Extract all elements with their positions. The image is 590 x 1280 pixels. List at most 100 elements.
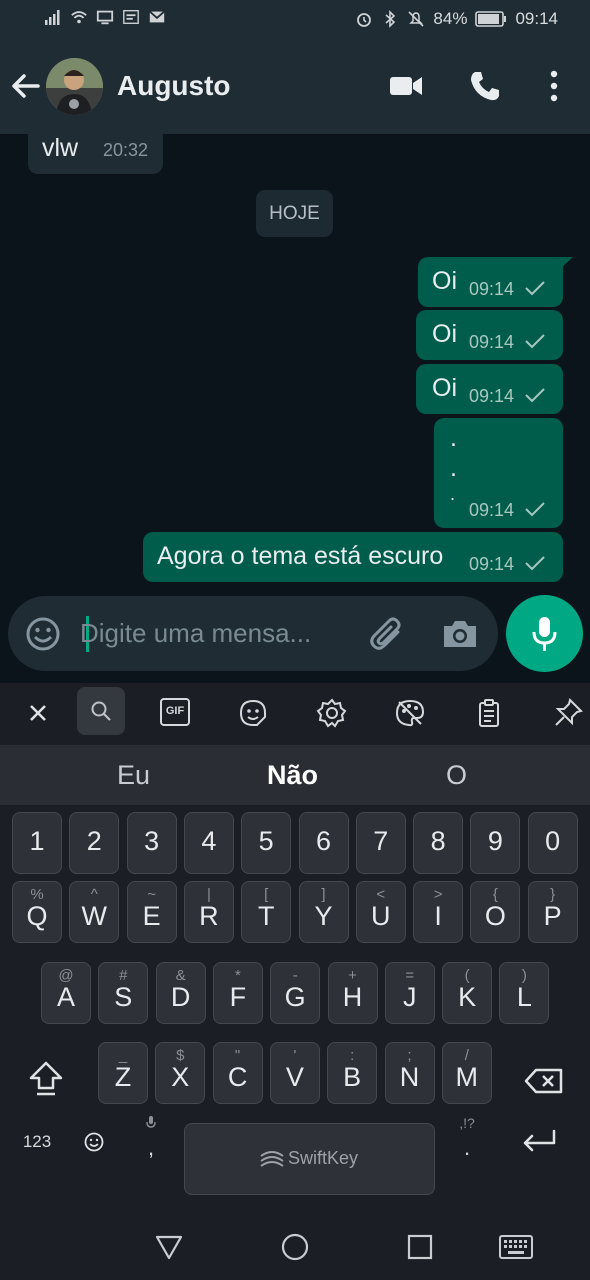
suggestion-item[interactable]: Não: [267, 760, 318, 791]
key-label: Q: [26, 901, 48, 931]
pin-icon[interactable]: [552, 697, 584, 729]
nav-back-icon[interactable]: [154, 1232, 184, 1262]
key-n[interactable]: ; N: [384, 1042, 435, 1104]
battery-icon: [475, 11, 507, 27]
key-label: 4: [201, 826, 217, 856]
message-text: Oi: [432, 320, 457, 348]
key-f[interactable]: * F: [212, 962, 263, 1024]
message-outgoing[interactable]: Oi 09:14: [418, 257, 563, 307]
key-label: 9: [487, 826, 503, 856]
key-y[interactable]: ] Y: [298, 881, 349, 943]
key-5[interactable]: 5: [241, 812, 292, 874]
key-label: D: [170, 982, 191, 1012]
clipboard-icon[interactable]: [473, 697, 505, 729]
message-outgoing[interactable]: Oi 09:14: [416, 364, 563, 414]
status-bar: 84% 09:14: [0, 0, 590, 40]
wifi-icon: [71, 11, 87, 24]
key-v[interactable]: ' V: [269, 1042, 320, 1104]
key-k[interactable]: (K: [442, 962, 493, 1024]
key-h[interactable]: + H: [327, 962, 378, 1024]
camera-icon[interactable]: [441, 618, 479, 650]
key-l[interactable]: ) L: [499, 962, 550, 1024]
keyboard-hide-icon[interactable]: [498, 1232, 534, 1262]
message-input-placeholder[interactable]: Digite uma mensa...: [80, 618, 311, 649]
shift-icon[interactable]: [26, 1058, 66, 1098]
key-r[interactable]: | R: [183, 881, 234, 943]
key-t[interactable]: [T: [241, 881, 292, 943]
back-arrow-icon[interactable]: [10, 70, 42, 102]
microphone-icon: [532, 617, 557, 651]
video-call-icon[interactable]: [388, 68, 424, 104]
keyboard-search-button[interactable]: [77, 687, 125, 735]
nav-home-icon[interactable]: [280, 1232, 310, 1262]
key-m[interactable]: / M: [441, 1042, 492, 1104]
emoji-key-icon[interactable]: [83, 1131, 105, 1153]
attach-clip-icon[interactable]: [368, 616, 406, 652]
key-9[interactable]: 9: [470, 812, 521, 874]
key-7[interactable]: 7: [355, 812, 406, 874]
space-bar[interactable]: SwiftKey: [184, 1123, 435, 1195]
more-options-icon[interactable]: [536, 68, 572, 104]
key-j[interactable]: = J: [384, 962, 435, 1024]
status-right-icons: 84% 09:14: [355, 9, 558, 29]
sent-check-icon: [525, 388, 545, 403]
key-p[interactable]: } P: [527, 881, 578, 943]
message-time: 09:14: [469, 332, 515, 352]
key-q[interactable]: % Q: [12, 881, 62, 943]
key-8[interactable]: 8: [413, 812, 464, 874]
key-a[interactable]: @ A: [41, 962, 91, 1024]
settings-gear-icon[interactable]: [316, 697, 348, 729]
numbers-key[interactable]: 123: [14, 1132, 60, 1152]
key-0[interactable]: 0: [527, 812, 578, 874]
avatar[interactable]: [46, 58, 103, 115]
key-4[interactable]: 4: [183, 812, 234, 874]
close-icon[interactable]: [22, 697, 54, 729]
suggestion-bar: Eu Não O: [0, 745, 590, 805]
emoji-icon[interactable]: [25, 616, 61, 652]
suggestion-item[interactable]: O: [446, 760, 467, 791]
voice-record-button[interactable]: [506, 595, 583, 672]
comma-key[interactable]: ,: [136, 1135, 166, 1161]
message-outgoing[interactable]: Oi 09:14: [416, 310, 563, 360]
key-x[interactable]: $ X: [155, 1042, 206, 1104]
key-1[interactable]: 1: [12, 812, 62, 874]
key-g[interactable]: -G: [270, 962, 321, 1024]
key-e[interactable]: ~ E: [126, 881, 177, 943]
key-s[interactable]: # S: [98, 962, 149, 1024]
message-incoming[interactable]: vlw 20:32: [28, 134, 163, 174]
key-6[interactable]: 6: [298, 812, 349, 874]
backspace-icon[interactable]: [524, 1067, 564, 1095]
key-3[interactable]: 3: [126, 812, 177, 874]
keyboard-toolbar: GIF: [0, 683, 590, 743]
key-o[interactable]: {O: [470, 881, 521, 943]
suggestion-item[interactable]: Eu: [117, 760, 150, 791]
key-z[interactable]: _ Z: [98, 1042, 148, 1104]
gif-button[interactable]: GIF: [160, 698, 190, 726]
contact-name[interactable]: Augusto: [117, 70, 231, 102]
message-input-box[interactable]: Digite uma mensa...: [8, 596, 498, 671]
key-u[interactable]: < U: [355, 881, 406, 943]
enter-icon[interactable]: [520, 1127, 558, 1157]
key-label: G: [284, 982, 306, 1012]
key-i[interactable]: > I: [413, 881, 464, 943]
gmail-icon: [149, 10, 165, 23]
key-label: I: [434, 901, 442, 931]
chat-area[interactable]: vlw 20:32 HOJE Oi 09:14 Oi 09:14 Oi 09:1…: [0, 134, 590, 588]
nav-recents-icon[interactable]: [405, 1232, 435, 1262]
phone-call-icon[interactable]: [467, 68, 503, 104]
period-key[interactable]: .: [452, 1135, 482, 1161]
key-d[interactable]: & D: [155, 962, 206, 1024]
key-w[interactable]: ^ W: [69, 881, 120, 943]
message-line: .: [450, 424, 457, 452]
sticker-icon[interactable]: [237, 697, 269, 729]
key-b[interactable]: :B: [327, 1042, 378, 1104]
key-label: U: [371, 901, 391, 931]
avatar-image: [46, 58, 103, 115]
message-outgoing[interactable]: Agora o tema está escuro 09:14: [143, 532, 563, 582]
key-2[interactable]: 2: [69, 812, 120, 874]
key-area: 1234567890 % Q ^ W ~ E | R[T] Y < U > I{O} P @ A # S & D * F…: [0, 805, 590, 1210]
theme-palette-icon[interactable]: [394, 697, 426, 729]
key-c[interactable]: " C: [212, 1042, 263, 1104]
message-outgoing[interactable]: . . . 09:14: [434, 418, 563, 528]
mute-bell-icon: [408, 11, 424, 27]
